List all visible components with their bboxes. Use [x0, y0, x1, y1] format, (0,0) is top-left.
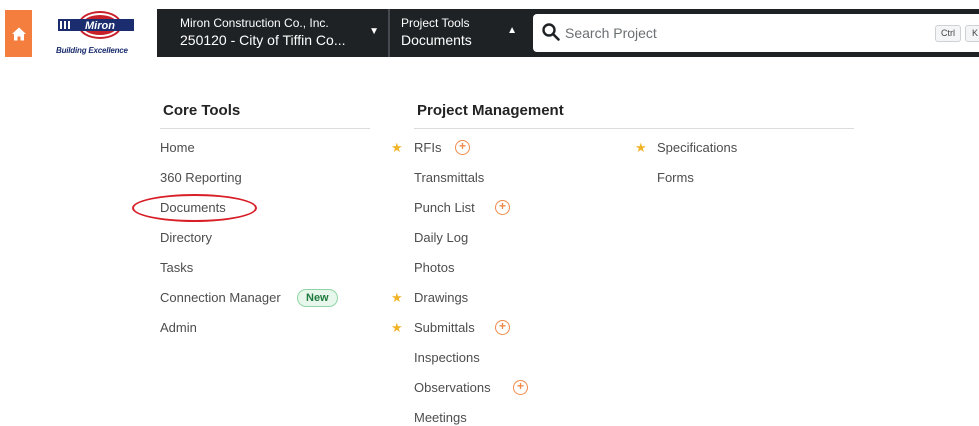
star-icon[interactable]: ★	[391, 290, 403, 306]
header-divider	[388, 9, 390, 57]
core-tools-heading: Core Tools	[163, 102, 241, 119]
menu-item-360-reporting[interactable]: 360 Reporting	[160, 170, 242, 185]
caret-down-icon: ▼	[369, 26, 379, 37]
project-tools-selector[interactable]: Project Tools Documents ▲	[391, 9, 525, 57]
menu-item-submittals[interactable]: Submittals	[414, 320, 475, 335]
search-box[interactable]: Ctrl K	[533, 14, 979, 52]
home-icon	[11, 27, 26, 40]
menu-item-home[interactable]: Home	[160, 140, 195, 155]
add-rfi-icon[interactable]: +	[455, 140, 470, 155]
menu-item-forms[interactable]: Forms	[657, 170, 694, 185]
add-observation-icon[interactable]: +	[513, 380, 528, 395]
menu-item-inspections[interactable]: Inspections	[414, 350, 480, 365]
menu-item-specifications[interactable]: Specifications	[657, 140, 737, 155]
menu-item-punch-list[interactable]: Punch List	[414, 200, 475, 215]
logo-wordmark: Miron	[85, 20, 115, 32]
home-button[interactable]	[5, 10, 32, 57]
add-punch-list-icon[interactable]: +	[495, 200, 510, 215]
shortcut-k-key: K	[965, 25, 979, 42]
caret-up-icon: ▲	[507, 25, 517, 36]
company-project-selector[interactable]: Miron Construction Co., Inc. 250120 - Ci…	[170, 9, 385, 57]
menu-item-connection-manager[interactable]: Connection Manager	[160, 290, 281, 305]
menu-item-daily-log[interactable]: Daily Log	[414, 230, 468, 245]
menu-item-rfis[interactable]: RFIs	[414, 140, 441, 155]
search-icon	[542, 23, 560, 41]
project-management-heading: Project Management	[417, 102, 564, 119]
add-submittal-icon[interactable]: +	[495, 320, 510, 335]
star-icon[interactable]: ★	[391, 140, 403, 156]
new-badge: New	[297, 289, 338, 307]
top-navigation-bar: Miron Building Excellence Miron Construc…	[0, 0, 979, 60]
star-icon[interactable]: ★	[635, 140, 647, 156]
logo-tagline: Building Excellence	[56, 46, 128, 55]
menu-item-photos[interactable]: Photos	[414, 260, 454, 275]
star-icon[interactable]: ★	[391, 320, 403, 336]
tools-selected: Documents	[401, 32, 472, 48]
shortcut-ctrl-key: Ctrl	[935, 25, 961, 42]
search-input[interactable]	[565, 20, 925, 46]
core-tools-divider	[160, 128, 370, 129]
highlight-circle	[132, 194, 257, 222]
menu-item-drawings[interactable]: Drawings	[414, 290, 468, 305]
project-management-divider	[414, 128, 854, 129]
company-logo[interactable]: Miron Building Excellence	[52, 8, 140, 58]
tools-label: Project Tools	[401, 16, 470, 30]
miron-logo-icon: Miron	[58, 11, 134, 39]
menu-item-transmittals[interactable]: Transmittals	[414, 170, 484, 185]
menu-item-observations[interactable]: Observations	[414, 380, 491, 395]
menu-item-admin[interactable]: Admin	[160, 320, 197, 335]
company-name: Miron Construction Co., Inc.	[180, 16, 329, 30]
menu-item-directory[interactable]: Directory	[160, 230, 212, 245]
menu-item-meetings[interactable]: Meetings	[414, 410, 467, 425]
menu-item-tasks[interactable]: Tasks	[160, 260, 193, 275]
project-name: 250120 - City of Tiffin Co...	[180, 32, 346, 48]
